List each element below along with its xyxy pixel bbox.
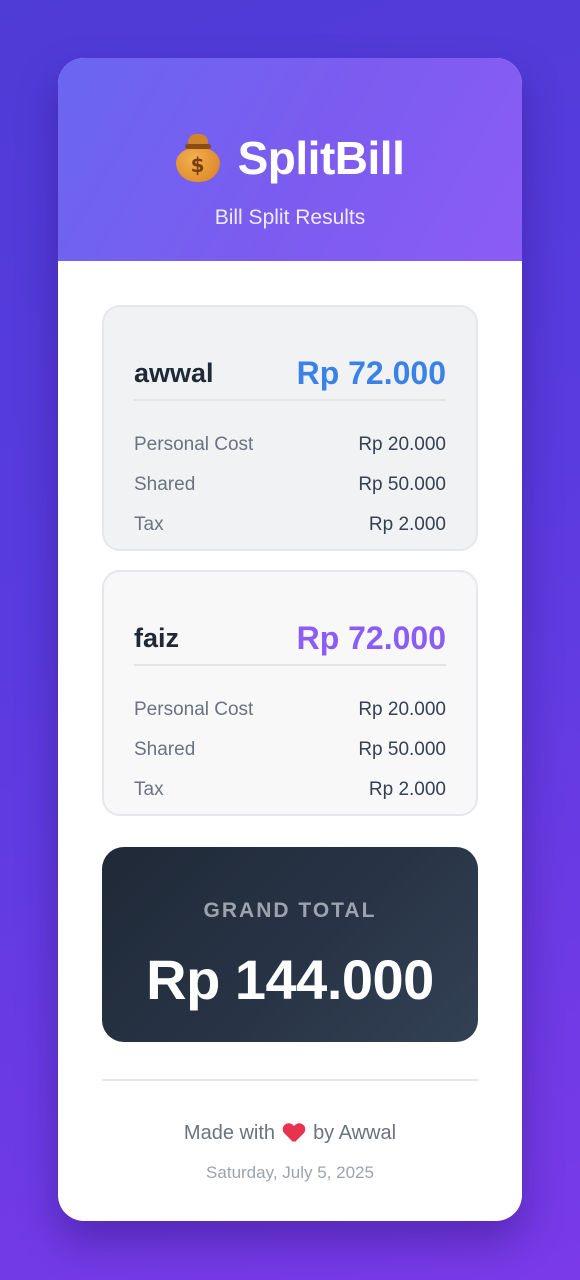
breakdown-row-personal-cost: Personal Cost Rp 20.000: [134, 425, 446, 465]
person-header: faiz Rp 72.000: [134, 572, 446, 666]
app-title: SplitBill: [237, 132, 405, 184]
row-value: Rp 2.000: [368, 514, 446, 535]
breakdown-row-shared: Shared Rp 50.000: [134, 730, 446, 770]
heart-icon: [283, 1124, 305, 1144]
row-label: Tax: [134, 779, 164, 800]
made-with-line: Made with by Awwal: [58, 1122, 522, 1145]
made-prefix: Made with: [183, 1122, 276, 1144]
breakdown-row-personal-cost: Personal Cost Rp 20.000: [134, 690, 446, 730]
person-name: awwal: [134, 357, 214, 388]
row-label: Shared: [134, 474, 196, 495]
breakdown-row-tax: Tax Rp 2.000: [134, 505, 446, 545]
header: $ SplitBill Bill Split Results: [58, 58, 522, 261]
grand-total-value: Rp 144.000: [146, 948, 434, 1011]
footer-date: Saturday, July 5, 2025: [206, 1163, 374, 1182]
breakdown-row-shared: Shared Rp 50.000: [134, 465, 446, 505]
row-value: Rp 2.000: [368, 779, 446, 800]
breakdown-row-tax: Tax Rp 2.000: [134, 770, 446, 810]
person-card-faiz: faiz Rp 72.000 Personal Cost Rp 20.000 S…: [102, 570, 478, 816]
page-subtitle: Bill Split Results: [214, 206, 366, 229]
money-bag-icon: $: [175, 134, 220, 182]
row-label: Personal Cost: [134, 699, 254, 720]
brand: $ SplitBill: [175, 128, 405, 188]
grand-total-panel: GRAND TOTAL Rp 144.000: [102, 847, 478, 1042]
person-total: Rp 72.000: [296, 354, 446, 391]
row-value: Rp 20.000: [358, 699, 446, 720]
person-name: faiz: [134, 622, 180, 653]
row-value: Rp 50.000: [358, 739, 446, 760]
row-label: Tax: [134, 514, 164, 535]
person-card-awwal: awwal Rp 72.000 Personal Cost Rp 20.000 …: [102, 305, 478, 551]
results-card: $ SplitBill Bill Split Results awwal Rp …: [58, 58, 522, 1221]
person-header: awwal Rp 72.000: [134, 307, 446, 401]
grand-total-label: GRAND TOTAL: [203, 899, 377, 922]
footer: Made with by Awwal Saturday, July 5, 202…: [58, 1122, 522, 1183]
made-suffix: by Awwal: [313, 1122, 397, 1144]
divider: [102, 1079, 478, 1081]
row-label: Personal Cost: [134, 434, 254, 455]
person-total: Rp 72.000: [296, 619, 446, 656]
row-value: Rp 20.000: [358, 434, 446, 455]
row-value: Rp 50.000: [358, 474, 446, 495]
row-label: Shared: [134, 739, 196, 760]
